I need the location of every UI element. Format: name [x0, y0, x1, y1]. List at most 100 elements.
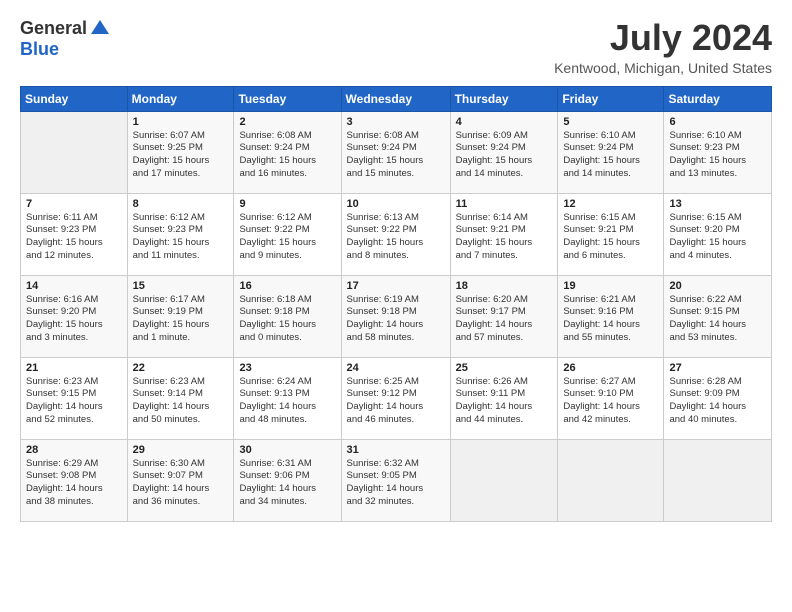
day-number: 3 — [347, 116, 445, 128]
calendar-cell: 6 Sunrise: 6:10 AMSunset: 9:23 PMDaylight… — [664, 111, 772, 193]
day-info: Sunrise: 6:07 AMSunset: 9:25 PMDaylight:… — [133, 130, 229, 181]
day-number: 16 — [239, 280, 335, 292]
day-info: Sunrise: 6:23 AMSunset: 9:15 PMDaylight:… — [26, 376, 122, 427]
day-number: 31 — [347, 444, 445, 456]
day-info: Sunrise: 6:17 AMSunset: 9:19 PMDaylight:… — [133, 294, 229, 345]
logo-triangle-icon — [91, 20, 109, 34]
calendar-cell: 2 Sunrise: 6:08 AMSunset: 9:24 PMDaylight… — [234, 111, 341, 193]
calendar-cell: 4Sunrise: 6:09 AMSunset: 9:24 PMDaylight… — [450, 111, 558, 193]
calendar-week-row: 28 Sunrise: 6:29 AMSunset: 9:08 PMDayligh… — [21, 439, 772, 521]
calendar-cell: 16 Sunrise: 6:18 AMSunset: 9:18 PMDayligh… — [234, 275, 341, 357]
day-number: 1 — [133, 116, 229, 128]
calendar-cell — [21, 111, 128, 193]
calendar-cell: 21 Sunrise: 6:23 AMSunset: 9:15 PMDayligh… — [21, 357, 128, 439]
day-info: Sunrise: 6:13 AMSunset: 9:22 PMDaylight:… — [347, 212, 445, 263]
day-info: Sunrise: 6:15 AMSunset: 9:21 PMDaylight:… — [563, 212, 658, 263]
day-info: Sunrise: 6:08 AMSunset: 9:24 PMDaylight:… — [347, 130, 445, 181]
calendar-cell: 11Sunrise: 6:14 AMSunset: 9:21 PMDayligh… — [450, 193, 558, 275]
day-info: Sunrise: 6:16 AMSunset: 9:20 PMDaylight:… — [26, 294, 122, 345]
title-block: July 2024 Kentwood, Michigan, United Sta… — [554, 18, 772, 76]
calendar-week-row: 21 Sunrise: 6:23 AMSunset: 9:15 PMDayligh… — [21, 357, 772, 439]
day-number: 11 — [456, 198, 553, 210]
day-info: Sunrise: 6:12 AMSunset: 9:23 PMDaylight:… — [133, 212, 229, 263]
calendar-cell: 28 Sunrise: 6:29 AMSunset: 9:08 PMDayligh… — [21, 439, 128, 521]
day-info: Sunrise: 6:08 AMSunset: 9:24 PMDaylight:… — [239, 130, 335, 181]
calendar-cell: 29Sunrise: 6:30 AMSunset: 9:07 PMDayligh… — [127, 439, 234, 521]
day-number: 17 — [347, 280, 445, 292]
weekday-header-thursday: Thursday — [450, 86, 558, 111]
day-info: Sunrise: 6:30 AMSunset: 9:07 PMDaylight:… — [133, 458, 229, 509]
calendar-cell: 13 Sunrise: 6:15 AMSunset: 9:20 PMDayligh… — [664, 193, 772, 275]
day-info: Sunrise: 6:10 AMSunset: 9:23 PMDaylight:… — [669, 130, 766, 181]
calendar-cell: 7Sunrise: 6:11 AMSunset: 9:23 PMDaylight… — [21, 193, 128, 275]
calendar-cell: 15 Sunrise: 6:17 AMSunset: 9:19 PMDayligh… — [127, 275, 234, 357]
weekday-header-tuesday: Tuesday — [234, 86, 341, 111]
day-number: 25 — [456, 362, 553, 374]
day-number: 22 — [133, 362, 229, 374]
day-info: Sunrise: 6:19 AMSunset: 9:18 PMDaylight:… — [347, 294, 445, 345]
day-number: 27 — [669, 362, 766, 374]
logo: General Blue — [20, 18, 109, 60]
calendar-cell: 1 Sunrise: 6:07 AMSunset: 9:25 PMDaylight… — [127, 111, 234, 193]
calendar-cell: 25 Sunrise: 6:26 AMSunset: 9:11 PMDayligh… — [450, 357, 558, 439]
day-info: Sunrise: 6:24 AMSunset: 9:13 PMDaylight:… — [239, 376, 335, 427]
calendar-cell: 14 Sunrise: 6:16 AMSunset: 9:20 PMDayligh… — [21, 275, 128, 357]
calendar-cell — [450, 439, 558, 521]
day-number: 21 — [26, 362, 122, 374]
day-number: 15 — [133, 280, 229, 292]
page: General Blue July 2024 Kentwood, Michiga… — [0, 0, 792, 612]
day-info: Sunrise: 6:10 AMSunset: 9:24 PMDaylight:… — [563, 130, 658, 181]
calendar-cell: 19Sunrise: 6:21 AMSunset: 9:16 PMDayligh… — [558, 275, 664, 357]
day-number: 23 — [239, 362, 335, 374]
month-title: July 2024 — [554, 18, 772, 58]
day-info: Sunrise: 6:15 AMSunset: 9:20 PMDaylight:… — [669, 212, 766, 263]
day-info: Sunrise: 6:25 AMSunset: 9:12 PMDaylight:… — [347, 376, 445, 427]
day-number: 30 — [239, 444, 335, 456]
day-info: Sunrise: 6:18 AMSunset: 9:18 PMDaylight:… — [239, 294, 335, 345]
weekday-header-monday: Monday — [127, 86, 234, 111]
calendar-cell: 18Sunrise: 6:20 AMSunset: 9:17 PMDayligh… — [450, 275, 558, 357]
day-info: Sunrise: 6:11 AMSunset: 9:23 PMDaylight:… — [26, 212, 122, 263]
day-info: Sunrise: 6:28 AMSunset: 9:09 PMDaylight:… — [669, 376, 766, 427]
calendar-cell: 8 Sunrise: 6:12 AMSunset: 9:23 PMDaylight… — [127, 193, 234, 275]
logo-general-text: General — [20, 18, 87, 39]
day-number: 19 — [563, 280, 658, 292]
day-number: 8 — [133, 198, 229, 210]
weekday-header-wednesday: Wednesday — [341, 86, 450, 111]
day-info: Sunrise: 6:26 AMSunset: 9:11 PMDaylight:… — [456, 376, 553, 427]
calendar-cell: 10 Sunrise: 6:13 AMSunset: 9:22 PMDayligh… — [341, 193, 450, 275]
header: General Blue July 2024 Kentwood, Michiga… — [20, 18, 772, 76]
calendar-cell: 30 Sunrise: 6:31 AMSunset: 9:06 PMDayligh… — [234, 439, 341, 521]
day-info: Sunrise: 6:29 AMSunset: 9:08 PMDaylight:… — [26, 458, 122, 509]
day-info: Sunrise: 6:22 AMSunset: 9:15 PMDaylight:… — [669, 294, 766, 345]
calendar-cell: 3 Sunrise: 6:08 AMSunset: 9:24 PMDaylight… — [341, 111, 450, 193]
calendar-cell: 23 Sunrise: 6:24 AMSunset: 9:13 PMDayligh… — [234, 357, 341, 439]
day-number: 13 — [669, 198, 766, 210]
day-info: Sunrise: 6:12 AMSunset: 9:22 PMDaylight:… — [239, 212, 335, 263]
calendar-week-row: 7Sunrise: 6:11 AMSunset: 9:23 PMDaylight… — [21, 193, 772, 275]
calendar-table: SundayMondayTuesdayWednesdayThursdayFrid… — [20, 86, 772, 522]
location-text: Kentwood, Michigan, United States — [554, 60, 772, 76]
day-number: 9 — [239, 198, 335, 210]
day-number: 2 — [239, 116, 335, 128]
day-number: 6 — [669, 116, 766, 128]
calendar-cell: 20 Sunrise: 6:22 AMSunset: 9:15 PMDayligh… — [664, 275, 772, 357]
weekday-header-friday: Friday — [558, 86, 664, 111]
day-info: Sunrise: 6:31 AMSunset: 9:06 PMDaylight:… — [239, 458, 335, 509]
calendar-cell: 26Sunrise: 6:27 AMSunset: 9:10 PMDayligh… — [558, 357, 664, 439]
day-info: Sunrise: 6:27 AMSunset: 9:10 PMDaylight:… — [563, 376, 658, 427]
calendar-cell — [664, 439, 772, 521]
day-info: Sunrise: 6:23 AMSunset: 9:14 PMDaylight:… — [133, 376, 229, 427]
day-number: 20 — [669, 280, 766, 292]
day-number: 28 — [26, 444, 122, 456]
calendar-cell: 27 Sunrise: 6:28 AMSunset: 9:09 PMDayligh… — [664, 357, 772, 439]
calendar-cell: 24Sunrise: 6:25 AMSunset: 9:12 PMDayligh… — [341, 357, 450, 439]
day-number: 5 — [563, 116, 658, 128]
day-number: 10 — [347, 198, 445, 210]
calendar-header-row: SundayMondayTuesdayWednesdayThursdayFrid… — [21, 86, 772, 111]
calendar-cell: 12Sunrise: 6:15 AMSunset: 9:21 PMDayligh… — [558, 193, 664, 275]
calendar-cell: 31Sunrise: 6:32 AMSunset: 9:05 PMDayligh… — [341, 439, 450, 521]
weekday-header-sunday: Sunday — [21, 86, 128, 111]
day-number: 14 — [26, 280, 122, 292]
calendar-cell: 22 Sunrise: 6:23 AMSunset: 9:14 PMDayligh… — [127, 357, 234, 439]
